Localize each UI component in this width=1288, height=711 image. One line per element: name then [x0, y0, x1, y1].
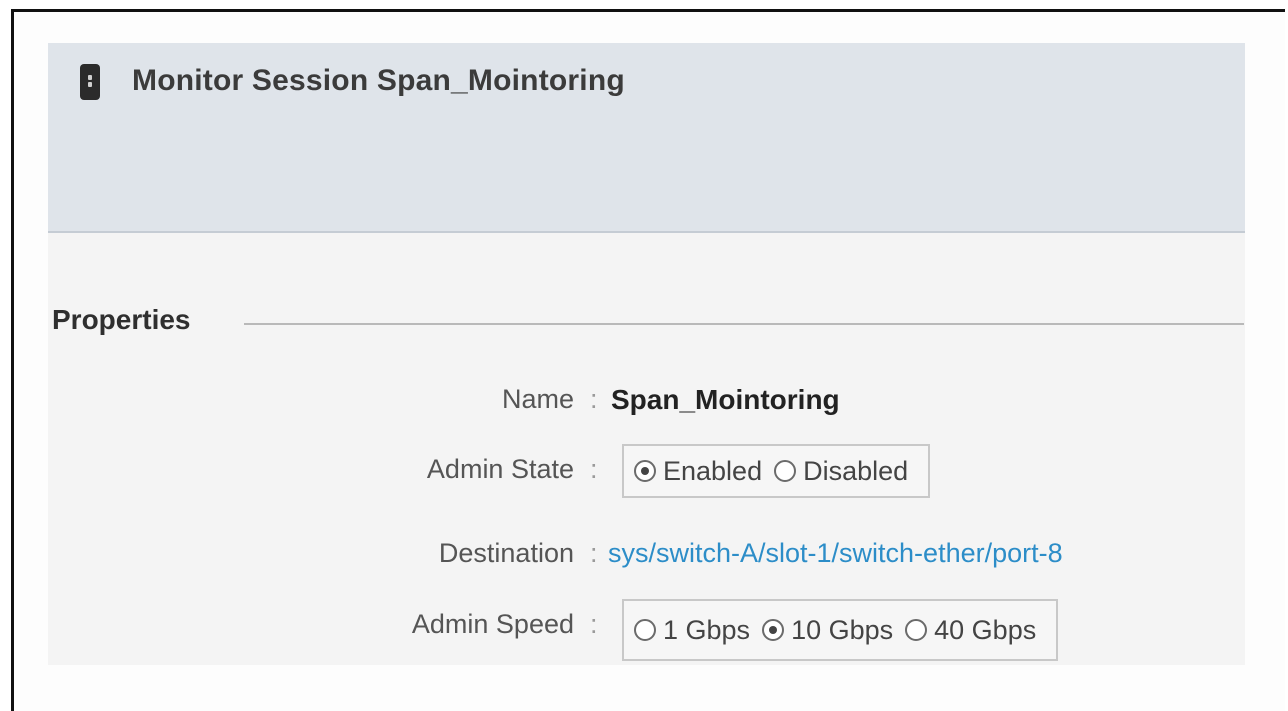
- properties-panel: Properties Name : Span_Mointoring Admin …: [48, 233, 1245, 665]
- admin-speed-1gbps-option[interactable]: 1 Gbps: [634, 615, 750, 646]
- admin-state-separator: :: [590, 454, 598, 484]
- destination-label: Destination: [438, 538, 574, 568]
- admin-speed-row: Admin Speed : 1 Gbps 10 Gbps 40 Gbps: [48, 599, 1245, 661]
- admin-state-disabled-radio[interactable]: [774, 460, 797, 482]
- admin-speed-40gbps-radio[interactable]: [905, 619, 928, 641]
- admin-speed-1gbps-label: 1 Gbps: [663, 614, 751, 645]
- server-icon: [80, 64, 100, 100]
- name-value: Span_Mointoring: [611, 384, 840, 415]
- admin-speed-label: Admin Speed: [411, 609, 574, 639]
- admin-state-disabled-option[interactable]: Disabled: [774, 456, 908, 487]
- name-label: Name: [501, 384, 574, 414]
- name-row: Name : Span_Mointoring: [48, 376, 1245, 426]
- admin-state-label: Admin State: [426, 454, 574, 484]
- destination-link[interactable]: sys/switch-A/slot-1/switch-ether/port-8: [608, 538, 1063, 569]
- admin-speed-separator: :: [590, 609, 598, 639]
- admin-speed-40gbps-label: 40 Gbps: [934, 614, 1037, 645]
- admin-speed-10gbps-radio[interactable]: [762, 619, 785, 641]
- admin-state-disabled-label: Disabled: [803, 455, 909, 486]
- admin-speed-1gbps-radio[interactable]: [634, 619, 656, 641]
- destination-row: Destination : sys/switch-A/slot-1/switch…: [48, 530, 1245, 580]
- admin-state-enabled-option[interactable]: Enabled: [634, 456, 762, 487]
- admin-state-row: Admin State : Enabled Disabled: [48, 444, 1245, 498]
- admin-speed-10gbps-option[interactable]: 10 Gbps: [762, 615, 893, 646]
- page-title: Monitor Session Span_Mointoring: [132, 64, 625, 97]
- destination-separator: :: [590, 538, 598, 568]
- admin-speed-10gbps-label: 10 Gbps: [791, 614, 894, 645]
- admin-speed-40gbps-option[interactable]: 40 Gbps: [905, 615, 1036, 646]
- name-separator: :: [590, 384, 598, 414]
- admin-state-enabled-label: Enabled: [663, 455, 763, 486]
- section-divider: [244, 323, 1244, 325]
- section-title-properties: Properties: [52, 304, 191, 335]
- admin-state-enabled-radio[interactable]: [634, 460, 656, 482]
- admin-speed-radio-group: 1 Gbps 10 Gbps 40 Gbps: [622, 599, 1059, 661]
- admin-state-radio-group: Enabled Disabled: [622, 444, 931, 498]
- page-header: Monitor Session Span_Mointoring: [48, 43, 1245, 233]
